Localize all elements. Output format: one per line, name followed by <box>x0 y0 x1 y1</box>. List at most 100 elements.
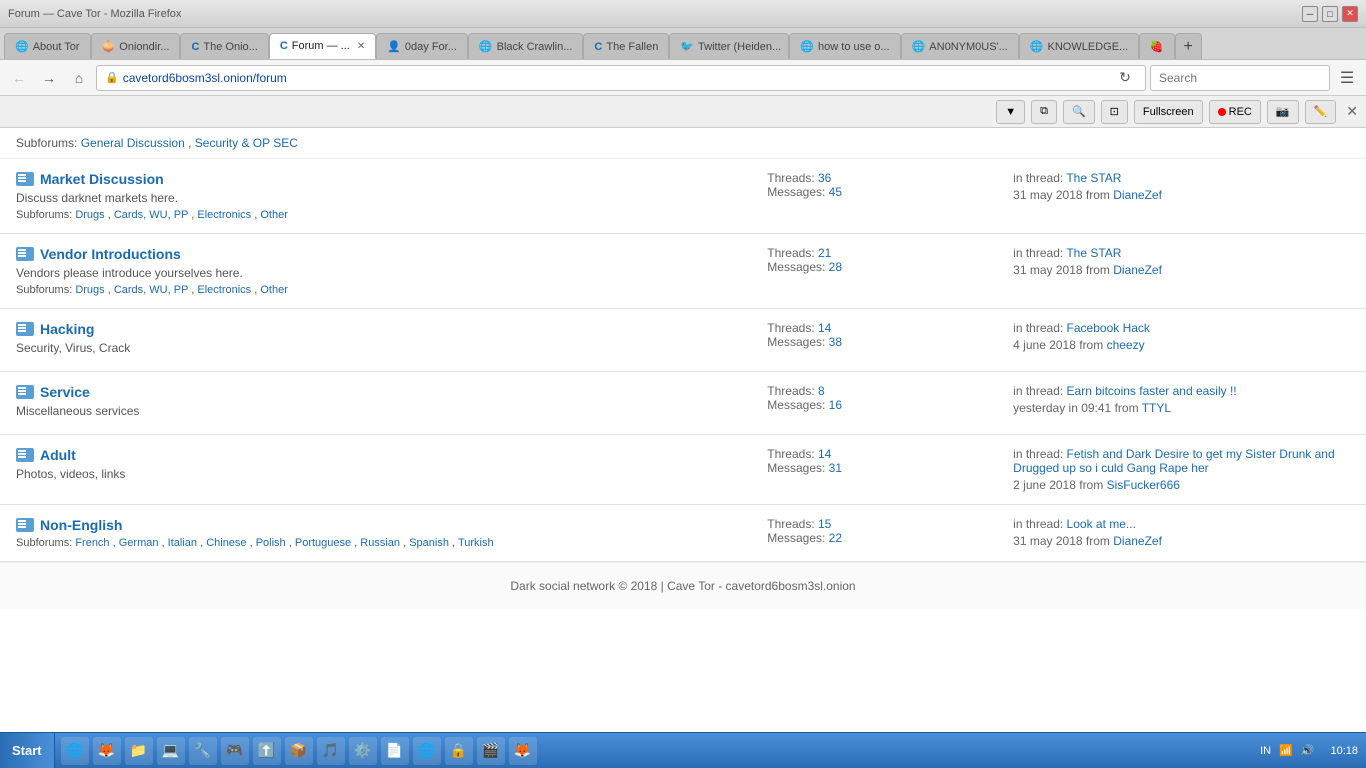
taskbar-icon-14[interactable]: 🎬 <box>477 737 505 765</box>
taskbar-icon-2[interactable]: 🦊 <box>93 737 121 765</box>
navbar: ← → ⌂ 🔒 cavetord6bosm3sl.onion/forum ↻ ☰ <box>0 60 1366 96</box>
messages-stat: Messages: 16 <box>767 398 981 412</box>
subforum-link[interactable]: Russian <box>360 537 400 549</box>
taskbar-icon-6[interactable]: 🎮 <box>221 737 249 765</box>
subforum-link[interactable]: Drugs <box>75 284 104 296</box>
menu-button[interactable]: ☰ <box>1334 65 1360 91</box>
last-post-thread-link[interactable]: The STAR <box>1066 171 1121 185</box>
tab-favicon: 🍓 <box>1150 40 1164 53</box>
forum-cell-stats: Threads: 21 Messages: 28 <box>751 234 997 309</box>
taskbar-icon-8[interactable]: 📦 <box>285 737 313 765</box>
last-post-user-link[interactable]: cheezy <box>1107 338 1145 352</box>
last-post-thread-link[interactable]: Earn bitcoins faster and easily !! <box>1067 384 1237 398</box>
close-rec-button[interactable]: ✕ <box>1346 103 1358 120</box>
last-post-date: 31 may 2018 from DianeZef <box>1013 534 1350 548</box>
subforum-link[interactable]: Portuguese <box>295 537 351 549</box>
subforum-link[interactable]: Drugs <box>75 209 104 221</box>
taskbar-icon-1[interactable]: 🌐 <box>61 737 89 765</box>
tab-how-to[interactable]: 🌐 how to use o... <box>789 33 900 59</box>
last-post-user-link[interactable]: TTYL <box>1142 401 1171 415</box>
copy-rec-button[interactable]: ⧉ <box>1031 100 1057 124</box>
subforum-link[interactable]: Other <box>260 209 288 221</box>
tab-twitter[interactable]: 🐦 Twitter (Heiden... <box>669 33 789 59</box>
last-post-user-link[interactable]: DianeZef <box>1113 534 1162 548</box>
forum-cell-stats: Threads: 14 Messages: 31 <box>751 435 997 505</box>
search-input[interactable] <box>1150 65 1330 91</box>
fullscreen-button[interactable]: Fullscreen <box>1134 100 1203 124</box>
subforum-link[interactable]: German <box>119 537 159 549</box>
forum-cell-last: in thread: The STAR 31 may 2018 from Dia… <box>997 234 1366 309</box>
tab-new[interactable]: + <box>1175 33 1202 59</box>
subforums-prefix: Subforums: <box>16 136 77 150</box>
tab-knowledge[interactable]: 🌐 KNOWLEDGE... <box>1019 33 1139 59</box>
taskbar-icon-4[interactable]: 💻 <box>157 737 185 765</box>
tab-black-crawling[interactable]: 🌐 Black Crawlin... <box>468 33 584 59</box>
tab-close-button[interactable]: ✕ <box>357 41 365 52</box>
forum-name[interactable]: Market Discussion <box>40 171 164 187</box>
tab-onion[interactable]: C The Onio... <box>180 33 268 59</box>
forum-name[interactable]: Service <box>40 384 90 400</box>
forward-button[interactable]: → <box>36 65 62 91</box>
taskbar-icon-3[interactable]: 📁 <box>125 737 153 765</box>
tab-about-tor[interactable]: 🌐 About Tor <box>4 33 91 59</box>
taskbar-icon-9[interactable]: 🎵 <box>317 737 345 765</box>
forum-name[interactable]: Hacking <box>40 321 94 337</box>
start-button[interactable]: Start <box>0 733 55 768</box>
last-post-user-link[interactable]: DianeZef <box>1113 188 1162 202</box>
tab-anonymous[interactable]: 🌐 AN0NYM0US'... <box>901 33 1019 59</box>
subforums-list: Subforums: Drugs , Cards, WU, PP , Elect… <box>16 209 735 221</box>
edit-rec-button[interactable]: ✏️ <box>1305 100 1337 124</box>
taskbar-icon-12[interactable]: 🌐 <box>413 737 441 765</box>
tab-fallen[interactable]: C The Fallen <box>583 33 669 59</box>
forum-name[interactable]: Vendor Introductions <box>40 246 181 262</box>
taskbar-icon-13[interactable]: 🔒 <box>445 737 473 765</box>
refresh-button[interactable]: ↻ <box>1113 66 1137 90</box>
close-button[interactable]: ✕ <box>1342 6 1358 22</box>
last-post-date: yesterday in 09:41 from TTYL <box>1013 401 1350 415</box>
subforum-link[interactable]: Italian <box>168 537 197 549</box>
subforum-link[interactable]: Chinese <box>206 537 246 549</box>
subforum-link-1[interactable]: Security & OP SEC <box>195 136 298 150</box>
taskbar-icon-10[interactable]: ⚙️ <box>349 737 377 765</box>
tab-0day[interactable]: 👤 0day For... <box>376 33 468 59</box>
tabbar: 🌐 About Tor 🧅 Oniondir... C The Onio... … <box>0 28 1366 60</box>
subforum-link[interactable]: Other <box>260 284 288 296</box>
back-button[interactable]: ← <box>6 65 32 91</box>
forum-name[interactable]: Non-English <box>40 517 122 533</box>
subforum-link[interactable]: Electronics <box>197 209 251 221</box>
subforum-link[interactable]: French <box>75 537 109 549</box>
tab-forum[interactable]: C Forum — ... ✕ <box>269 33 376 59</box>
home-button[interactable]: ⌂ <box>66 65 92 91</box>
last-post-thread-link[interactable]: The STAR <box>1066 246 1121 260</box>
subforum-link[interactable]: Spanish <box>409 537 449 549</box>
minimize-button[interactable]: ─ <box>1302 6 1318 22</box>
maximize-button[interactable]: □ <box>1322 6 1338 22</box>
last-post-thread-link[interactable]: Look at me... <box>1067 517 1136 531</box>
minimize-rec-button[interactable]: ▼ <box>996 100 1025 124</box>
subforum-link[interactable]: Polish <box>256 537 286 549</box>
taskbar-icon-11[interactable]: 📄 <box>381 737 409 765</box>
last-post-user-link[interactable]: DianeZef <box>1113 263 1162 277</box>
taskbar-signal: 📶 <box>1279 744 1293 757</box>
camera-rec-button[interactable]: 📷 <box>1267 100 1299 124</box>
taskbar-indicator: IN <box>1260 745 1271 757</box>
last-post-thread-link[interactable]: Facebook Hack <box>1067 321 1150 335</box>
forum-name[interactable]: Adult <box>40 447 76 463</box>
taskbar-icon-7[interactable]: ⬆️ <box>253 737 281 765</box>
subforum-link[interactable]: Electronics <box>197 284 251 296</box>
last-post-user-link[interactable]: SisFucker666 <box>1107 478 1180 492</box>
tab-oniondir[interactable]: 🧅 Oniondir... <box>91 33 181 59</box>
search-rec-button[interactable]: 🔍 <box>1063 100 1095 124</box>
address-bar[interactable]: 🔒 cavetord6bosm3sl.onion/forum ↻ <box>96 65 1146 91</box>
taskbar-icon-firefox[interactable]: 🦊 <box>509 737 537 765</box>
taskbar-icon-5[interactable]: 🔧 <box>189 737 217 765</box>
tab-favicon: 🌐 <box>1030 40 1044 53</box>
subforum-link[interactable]: Turkish <box>458 537 494 549</box>
subforum-link-0[interactable]: General Discussion <box>81 136 185 150</box>
subforum-link[interactable]: Cards, WU, PP <box>114 284 188 296</box>
crop-rec-button[interactable]: ⊡ <box>1101 100 1128 124</box>
rec-button[interactable]: REC <box>1209 100 1261 124</box>
tab-raspberry[interactable]: 🍓 <box>1139 33 1175 59</box>
forum-cell-main: Hacking Security, Virus, Crack <box>0 309 751 372</box>
subforum-link[interactable]: Cards, WU, PP <box>114 209 188 221</box>
